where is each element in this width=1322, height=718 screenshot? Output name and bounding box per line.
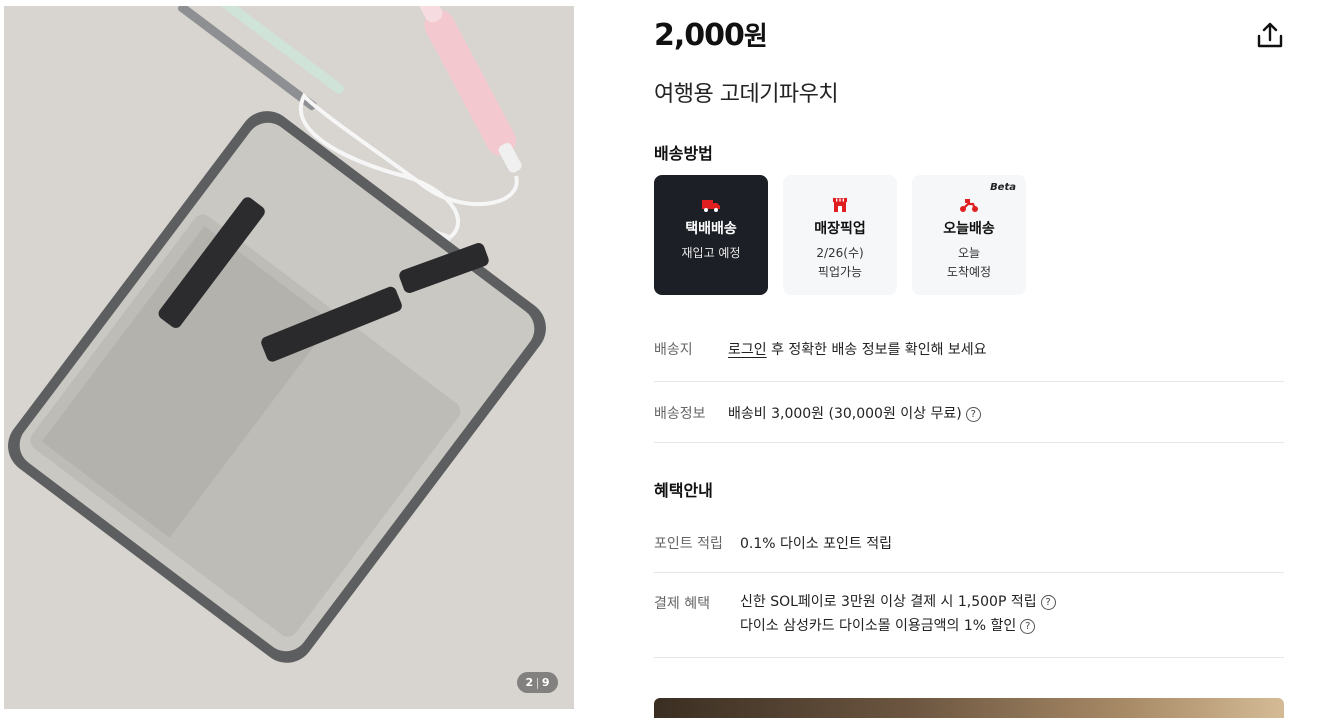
price-value: 2,000: [654, 18, 745, 53]
divider: [654, 442, 1284, 443]
today-label: 오늘: [957, 246, 981, 260]
shipping-option-name: 택배배송: [685, 221, 737, 237]
pickup-date: 2/26(수): [816, 246, 864, 260]
share-icon: [1257, 22, 1283, 48]
help-icon[interactable]: ?: [1020, 618, 1036, 634]
help-icon[interactable]: ?: [965, 406, 981, 422]
product-title: 여행용 고데기파우치: [654, 82, 839, 107]
image-counter-total: 9: [541, 676, 550, 689]
payment-benefit-text: 다이소 삼성카드 다이소몰 이용금액의 1% 할인: [740, 618, 1017, 634]
share-button[interactable]: [1256, 20, 1284, 50]
price-currency: 원: [743, 22, 768, 52]
payment-benefit-label: 결제 혜택: [654, 596, 710, 612]
shipping-section-title: 배송방법: [654, 144, 713, 163]
shipping-options: 택배배송 재입고 예정 매장픽업 2/26(수) 픽업가능 Beta 오늘배송 …: [654, 175, 1026, 295]
pickup-status: 픽업가능: [817, 265, 863, 279]
product-image-gallery[interactable]: 2 | 9: [4, 6, 574, 709]
destination-message: 후 정확한 배송 정보를 확인해 보세요: [766, 342, 987, 358]
price-row: 2,000원: [654, 16, 1284, 56]
shipping-option-sub: 재입고 예정: [681, 246, 741, 260]
product-price: 2,000원: [654, 18, 768, 53]
payment-benefit-item: 신한 SOL페이로 3만원 이상 결제 시 1,500P 적립?: [740, 590, 1056, 614]
points-value: 0.1% 다이소 포인트 적립: [740, 536, 892, 552]
arrival-status: 도착예정: [946, 265, 992, 279]
destination-label: 배송지: [654, 342, 693, 358]
image-counter: 2 | 9: [517, 672, 558, 693]
shipping-option-store-pickup[interactable]: 매장픽업 2/26(수) 픽업가능: [783, 175, 897, 295]
product-image: [4, 6, 574, 709]
divider: [654, 381, 1284, 382]
image-counter-current: 2: [525, 676, 534, 689]
beta-badge: Beta: [990, 182, 1016, 193]
shipping-info-label: 배송정보: [654, 406, 706, 422]
shipping-option-name: 오늘배송: [943, 221, 995, 237]
shipping-info-value: 배송비 3,000원 (30,000원 이상 무료)?: [728, 403, 981, 423]
payment-benefit-text: 신한 SOL페이로 3만원 이상 결제 시 1,500P 적립: [740, 594, 1037, 610]
help-icon[interactable]: ?: [1040, 594, 1056, 610]
points-label: 포인트 적립: [654, 536, 723, 552]
divider: [654, 572, 1284, 573]
delivery-truck-icon: [701, 195, 721, 215]
shipping-option-sub: 오늘도착예정: [947, 244, 991, 282]
divider: [654, 657, 1284, 658]
login-link[interactable]: 로그인: [728, 342, 767, 358]
destination-text: 로그인 후 정확한 배송 정보를 확인해 보세요: [728, 339, 987, 359]
shipping-option-parcel[interactable]: 택배배송 재입고 예정: [654, 175, 768, 295]
store-icon: [831, 195, 849, 215]
shipping-option-name: 매장픽업: [814, 221, 866, 237]
shipping-option-sub: 2/26(수) 픽업가능: [816, 244, 863, 282]
shipping-option-today[interactable]: Beta 오늘배송 오늘도착예정: [912, 175, 1026, 295]
benefits-section-title: 혜택안내: [654, 481, 713, 500]
scooter-icon: [959, 195, 979, 215]
shipping-fee-text: 배송비 3,000원 (30,000원 이상 무료): [728, 406, 962, 422]
payment-benefit-item: 다이소 삼성카드 다이소몰 이용금액의 1% 할인?: [740, 614, 1056, 638]
payment-benefit-list: 신한 SOL페이로 3만원 이상 결제 시 1,500P 적립? 다이소 삼성카…: [740, 590, 1056, 638]
promo-banner[interactable]: [654, 698, 1284, 718]
